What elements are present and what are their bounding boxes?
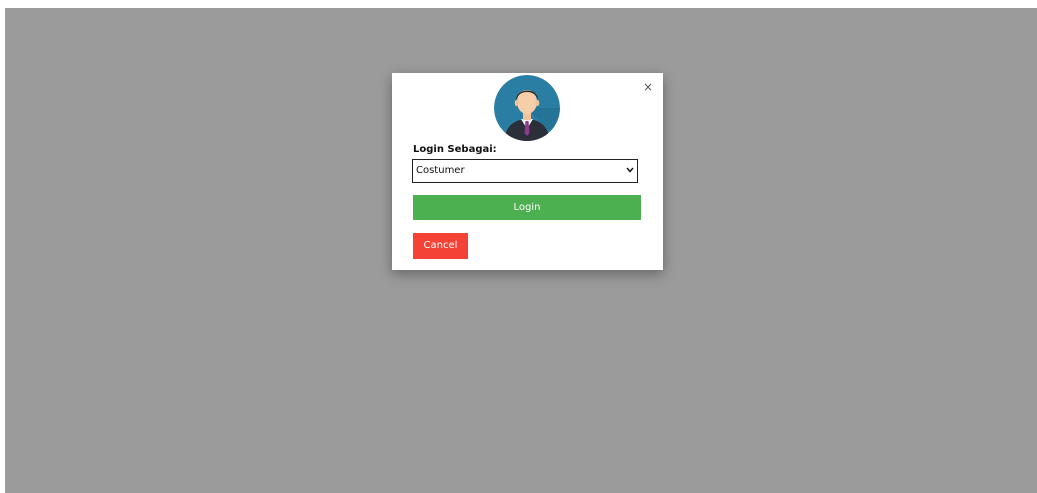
role-select[interactable]: Costumer	[412, 159, 638, 183]
login-role-label: Login Sebagai:	[413, 144, 497, 155]
close-button[interactable]: ×	[643, 81, 653, 93]
role-select-value: Costumer	[416, 165, 465, 176]
cancel-button[interactable]: Cancel	[413, 233, 468, 259]
login-button[interactable]: Login	[413, 195, 641, 220]
user-avatar-icon	[494, 75, 560, 141]
login-modal: × Login Sebagai: Costumer Login Cancel	[392, 73, 663, 270]
chevron-down-icon	[626, 167, 634, 173]
